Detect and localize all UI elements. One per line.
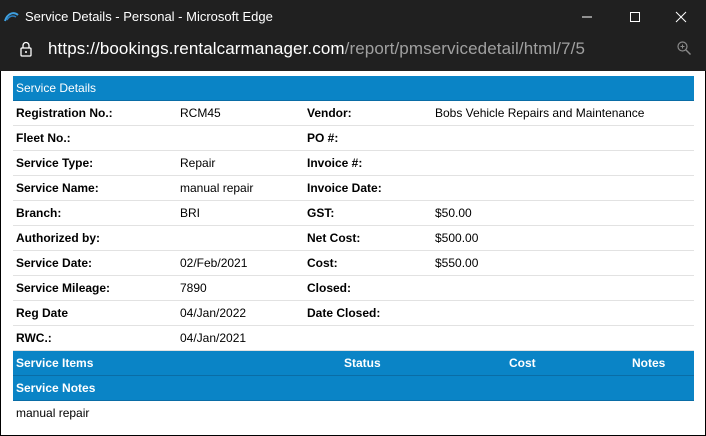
- detail-label: Service Date:: [16, 256, 93, 270]
- detail-row: Service Type: Repair Invoice #:: [13, 151, 694, 176]
- lock-icon: [20, 41, 32, 57]
- address-bar[interactable]: https://bookings.rentalcarmanager.com/re…: [0, 34, 706, 64]
- detail-value: 02/Feb/2021: [180, 256, 248, 270]
- page-content: Service Details Registration No.: RCM45 Ve…: [1, 71, 705, 435]
- detail-value: Bobs Vehicle Repairs and Maintenance: [435, 106, 645, 120]
- service-details-report: Service Details Registration No.: RCM45 Ve…: [13, 76, 694, 426]
- detail-row: Service Mileage: 7890 Closed:: [13, 276, 694, 301]
- service-notes-header: Service Notes: [13, 376, 694, 401]
- url-path: /report/pmservicedetail/html/7/5: [344, 39, 585, 58]
- url-host: https://bookings.rentalcarmanager.com: [48, 39, 345, 58]
- detail-label: Branch:: [16, 206, 62, 220]
- detail-label: Invoice #:: [307, 156, 363, 170]
- detail-row: Reg Date 04/Jan/2022 Date Closed:: [13, 301, 694, 326]
- detail-value: 7890: [180, 281, 207, 295]
- detail-row: Service Name: manual repair Invoice Date:: [13, 176, 694, 201]
- service-items-header: Service Items Status Cost Notes: [13, 351, 694, 376]
- detail-value: BRI: [180, 206, 201, 220]
- url-text[interactable]: https://bookings.rentalcarmanager.com/re…: [48, 39, 585, 59]
- detail-value: $550.00: [435, 256, 479, 270]
- minimize-icon: [582, 16, 592, 18]
- col-cost: Cost: [509, 356, 536, 370]
- detail-value: $500.00: [435, 231, 479, 245]
- detail-value: $50.00: [435, 206, 472, 220]
- detail-label: GST:: [307, 206, 335, 220]
- details-table: Registration No.: RCM45 Vendor: Bobs Vehicl…: [13, 101, 694, 351]
- detail-row: Authorized by: Net Cost: $500.00: [13, 226, 694, 251]
- detail-value: Repair: [180, 156, 216, 170]
- minimize-button[interactable]: [564, 0, 610, 34]
- detail-row: Fleet No.: PO #:: [13, 126, 694, 151]
- window-titlebar: Service Details - Personal - Microsoft E…: [0, 0, 706, 34]
- service-notes-text: manual repair: [16, 406, 90, 420]
- window-title: Service Details - Personal - Microsoft E…: [25, 9, 273, 24]
- close-button[interactable]: [658, 0, 704, 34]
- detail-label: Closed:: [307, 281, 352, 295]
- app-icon: [4, 12, 19, 22]
- detail-label: Service Type:: [16, 156, 94, 170]
- detail-label: Vendor:: [307, 106, 352, 120]
- detail-label: Invoice Date:: [307, 181, 382, 195]
- detail-label: Reg Date: [16, 306, 69, 320]
- toolbar-separator: [0, 64, 706, 71]
- detail-label: Registration No.:: [16, 106, 113, 120]
- detail-value: 04/Jan/2021: [180, 331, 247, 345]
- detail-label: Service Name:: [16, 181, 99, 195]
- service-details-header: Service Details: [13, 76, 694, 101]
- detail-row: Registration No.: RCM45 Vendor: Bobs Vehicl…: [13, 101, 694, 126]
- zoom-icon[interactable]: [676, 40, 692, 56]
- maximize-icon: [630, 12, 640, 22]
- detail-label: Net Cost:: [307, 231, 361, 245]
- detail-label: Service Mileage:: [16, 281, 111, 295]
- col-service-items: Service Items: [16, 356, 94, 370]
- col-notes: Notes: [632, 356, 666, 370]
- detail-value: 04/Jan/2022: [180, 306, 247, 320]
- detail-value: RCM45: [180, 106, 221, 120]
- detail-label: RWC.:: [16, 331, 52, 345]
- detail-label: Fleet No.:: [16, 131, 71, 145]
- detail-row: Branch: BRI GST: $50.00: [13, 201, 694, 226]
- maximize-button[interactable]: [612, 0, 658, 34]
- detail-row: Service Date: 02/Feb/2021 Cost: $550.00: [13, 251, 694, 276]
- detail-value: manual repair: [180, 181, 254, 195]
- detail-label: Cost:: [307, 256, 338, 270]
- detail-label: Date Closed:: [307, 306, 381, 320]
- detail-label: PO #:: [307, 131, 339, 145]
- close-icon: [675, 11, 687, 23]
- detail-label: Authorized by:: [16, 231, 100, 245]
- col-status: Status: [344, 356, 381, 370]
- detail-row: RWC.: 04/Jan/2021: [13, 326, 694, 351]
